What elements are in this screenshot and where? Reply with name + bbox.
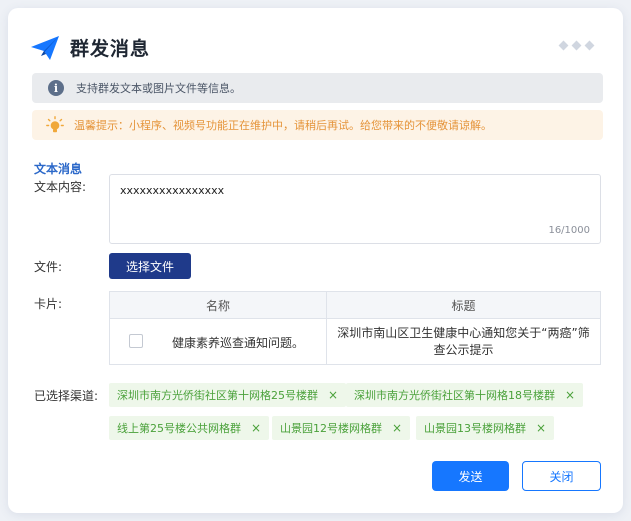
dialog-header: 群发消息 — [30, 34, 150, 61]
column-header-title: 标题 — [451, 298, 476, 313]
channel-tag: 线上第25号楼公共网格群 × — [109, 416, 270, 440]
content-value: xxxxxxxxxxxxxxxx — [120, 184, 225, 197]
card-name-cell: 健康素养巡查通知问题。 — [110, 319, 327, 364]
channels-label: 已选择渠道: — [34, 389, 99, 403]
close-icon[interactable]: × — [536, 421, 546, 435]
group-message-dialog: 群发消息 i 支持群发文本或图片文件等信息。 温馨提示：小程序、视频号功能正在维… — [8, 8, 623, 513]
info-icon: i — [48, 80, 64, 96]
info-alert-text: 支持群发文本或图片文件等信息。 — [76, 82, 241, 95]
card-table: 名称 标题 健康素养巡查通知问题。 深圳市南山区卫生健康中心通知您关于“两癌”筛… — [109, 291, 601, 365]
card-name: 健康素养巡查通知问题。 — [172, 336, 305, 350]
section-title-text-message: 文本消息 — [34, 162, 83, 176]
channel-tag: 深圳市南方光侨街社区第十网格18号楼群 × — [346, 383, 584, 407]
file-label: 文件: — [34, 260, 63, 274]
channel-tag: 深圳市南方光侨街社区第十网格25号楼群 × — [109, 383, 347, 407]
window-controls — [558, 40, 595, 51]
table-row: 健康素养巡查通知问题。 深圳市南山区卫生健康中心通知您关于“两癌”筛查公示提示 — [110, 319, 600, 364]
close-icon[interactable]: × — [565, 388, 575, 402]
warning-alert-text: 温馨提示：小程序、视频号功能正在维护中，请稍后再试。给您带来的不便敬请谅解。 — [74, 119, 492, 132]
channel-tag: 山景园13号楼网格群 × — [416, 416, 555, 440]
warning-alert: 温馨提示：小程序、视频号功能正在维护中，请稍后再试。给您带来的不便敬请谅解。 — [32, 110, 603, 140]
card-title: 深圳市南山区卫生健康中心通知您关于“两癌”筛查公示提示 — [337, 325, 590, 357]
paper-plane-icon — [31, 35, 59, 60]
table-header: 名称 标题 — [110, 292, 600, 319]
card-label: 卡片: — [34, 297, 63, 311]
channel-tag-label: 山景园12号楼网格群 — [280, 422, 382, 435]
channel-tag-label: 深圳市南方光侨街社区第十网格18号楼群 — [354, 389, 555, 402]
column-header-name: 名称 — [110, 292, 327, 318]
char-counter: 16/1000 — [548, 225, 590, 236]
window-control-icon[interactable] — [584, 40, 595, 51]
close-icon[interactable]: × — [251, 421, 261, 435]
close-button[interactable]: 关闭 — [522, 461, 601, 491]
channel-tag-label: 山景园13号楼网格群 — [424, 422, 526, 435]
channel-tag-label: 线上第25号楼公共网格群 — [117, 422, 241, 435]
channel-tag: 山景园12号楼网格群 × — [272, 416, 411, 440]
window-control-icon[interactable] — [571, 40, 582, 51]
window-control-icon[interactable] — [558, 40, 569, 51]
content-textarea[interactable]: xxxxxxxxxxxxxxxx 16/1000 — [109, 174, 601, 244]
dialog-title: 群发消息 — [70, 38, 151, 60]
lightbulb-icon — [46, 116, 64, 133]
channel-tag-label: 深圳市南方光侨街社区第十网格25号楼群 — [117, 389, 318, 402]
close-icon[interactable]: × — [328, 388, 338, 402]
info-alert: i 支持群发文本或图片文件等信息。 — [32, 73, 603, 103]
content-label: 文本内容: — [34, 180, 87, 194]
row-checkbox[interactable] — [129, 334, 143, 348]
send-button[interactable]: 发送 — [432, 461, 509, 491]
choose-file-button[interactable]: 选择文件 — [109, 253, 191, 279]
close-icon[interactable]: × — [392, 421, 402, 435]
